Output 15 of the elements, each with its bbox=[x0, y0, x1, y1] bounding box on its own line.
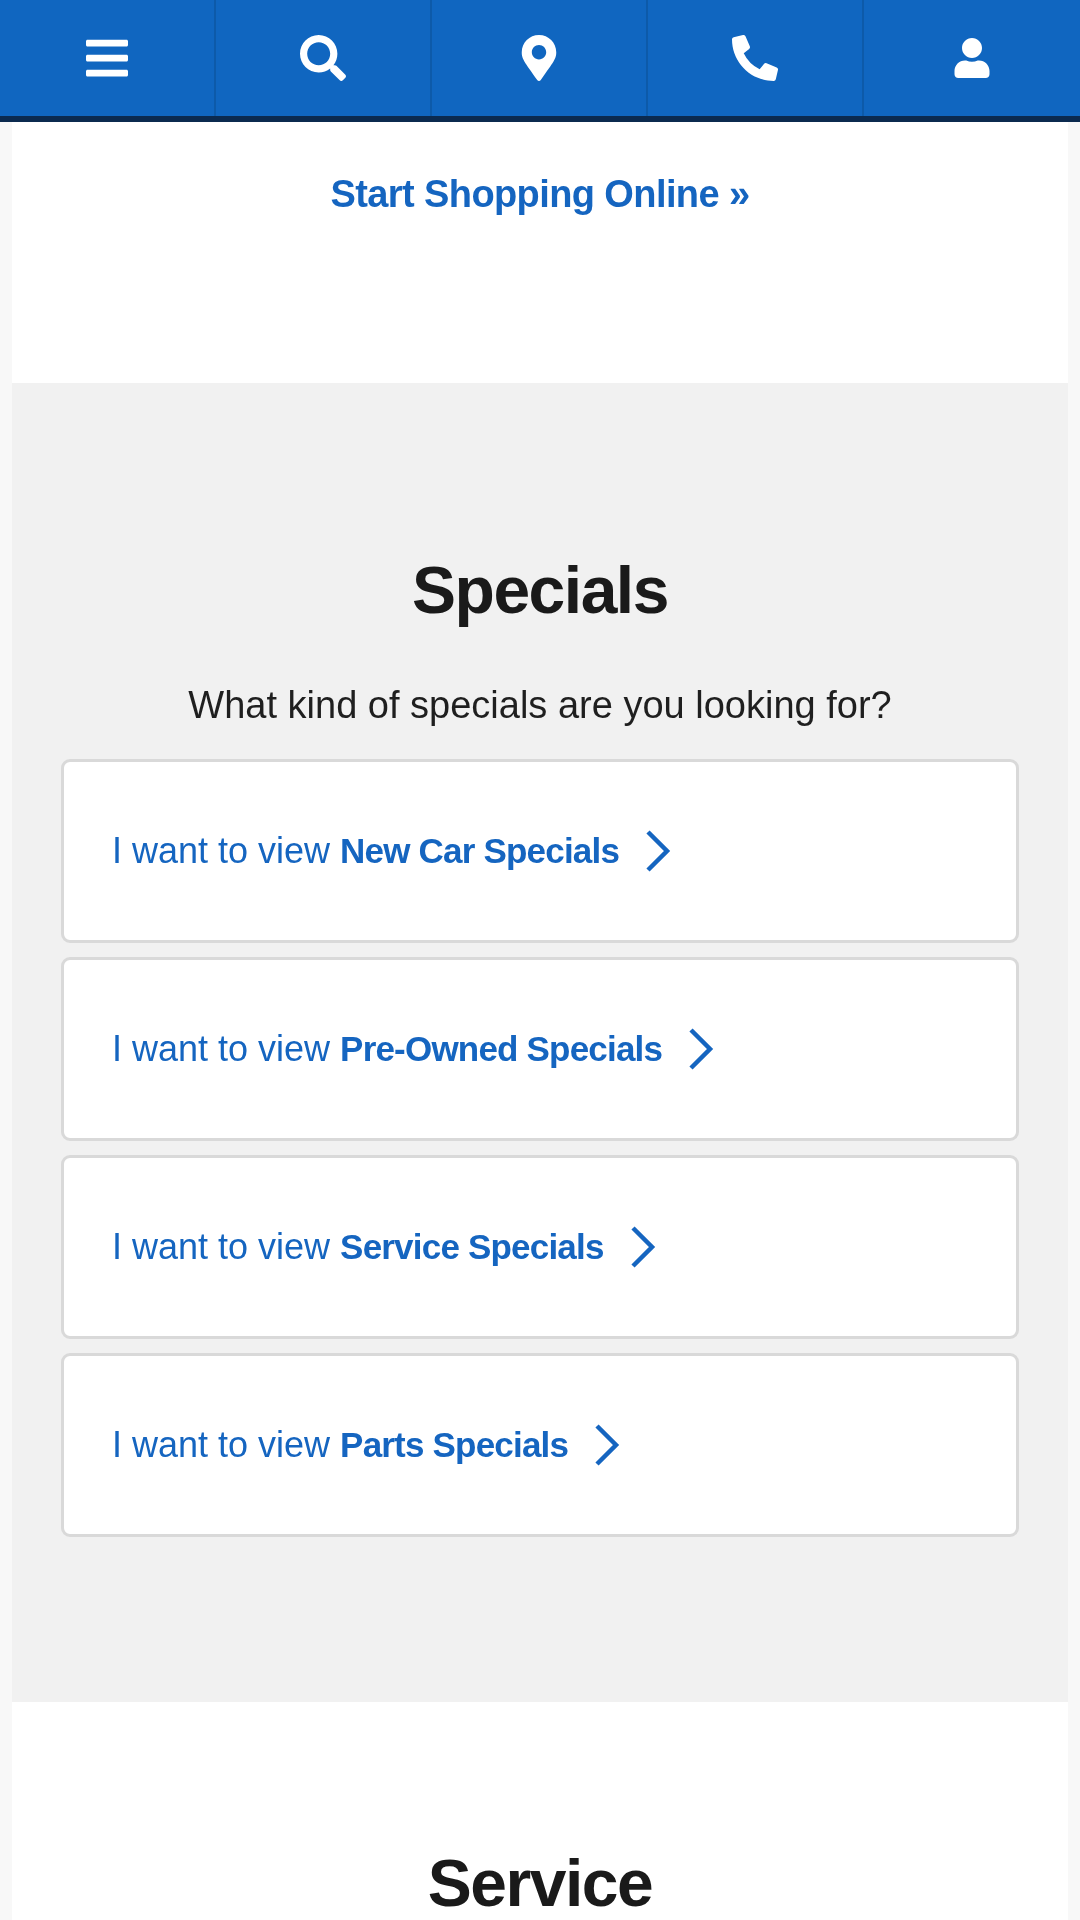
user-icon bbox=[952, 38, 992, 78]
specials-option-card[interactable]: I want to view Pre-Owned Specials bbox=[61, 957, 1019, 1141]
service-heading: Service bbox=[427, 1845, 653, 1920]
chevron-right-icon bbox=[645, 829, 672, 873]
chevron-right-icon bbox=[688, 1027, 715, 1071]
specials-option-card[interactable]: I want to view Service Specials bbox=[61, 1155, 1019, 1339]
start-shopping-link[interactable]: Start Shopping Online » bbox=[330, 172, 750, 218]
chevron-right-icon bbox=[594, 1423, 621, 1467]
phone-icon bbox=[732, 35, 778, 81]
chevron-right-icon bbox=[629, 1225, 656, 1269]
specials-subtitle: What kind of specials are you looking for? bbox=[188, 682, 892, 728]
search-icon bbox=[300, 35, 346, 81]
specials-option-card[interactable]: I want to view Parts Specials bbox=[61, 1353, 1019, 1537]
specials-option-card[interactable]: I want to view New Car Specials bbox=[61, 759, 1019, 943]
specials-heading: Specials bbox=[412, 552, 668, 629]
